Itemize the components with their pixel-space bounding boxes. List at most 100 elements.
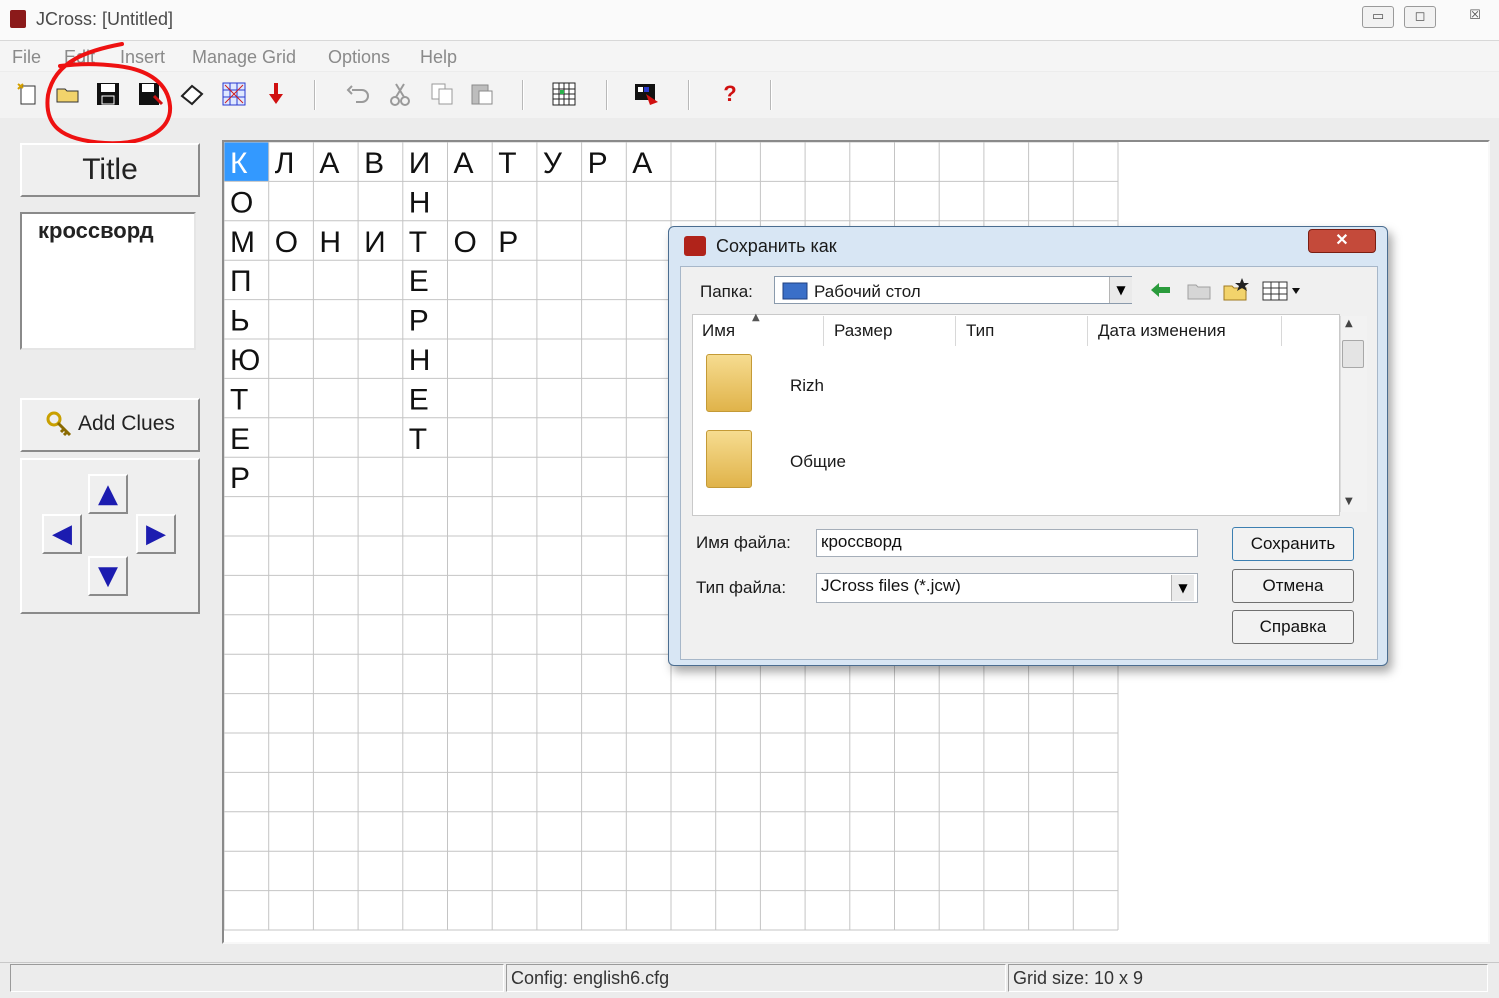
menu-options[interactable]: Options: [328, 47, 390, 68]
grid-letter: Е: [230, 423, 250, 456]
title-button[interactable]: Title: [20, 143, 200, 197]
up-arrow-button[interactable]: ▲: [88, 474, 128, 514]
dialog-close-button[interactable]: ✕: [1308, 229, 1376, 253]
cut-icon[interactable]: [386, 80, 414, 108]
left-arrow-button[interactable]: ◀: [42, 514, 82, 554]
up-folder-icon[interactable]: [1186, 278, 1212, 307]
open-folder-icon[interactable]: [54, 80, 82, 108]
close-button[interactable]: ☒: [1460, 6, 1490, 26]
grid-letter: П: [230, 265, 252, 298]
grid-letter: А: [632, 147, 652, 180]
cancel-button[interactable]: Отмена: [1232, 569, 1354, 603]
grid-letter: Т: [409, 423, 427, 456]
dialog-title: Сохранить как: [716, 236, 837, 256]
filename-input[interactable]: кроссворд: [816, 529, 1198, 557]
menu-file[interactable]: File: [12, 47, 41, 68]
toolbar-separator: [606, 80, 608, 110]
grid-letter: Е: [409, 265, 429, 298]
save-button[interactable]: Сохранить: [1232, 527, 1354, 561]
sort-ascending-icon: ▲: [752, 312, 760, 323]
copy-icon[interactable]: [428, 80, 456, 108]
grid-letter: И: [409, 147, 431, 180]
toolbar-separator: [314, 80, 316, 110]
filetype-label: Тип файла:: [696, 578, 787, 597]
grid-letter: Е: [409, 383, 429, 416]
grid-letter: Л: [275, 147, 295, 180]
palette-icon[interactable]: [632, 80, 660, 108]
paste-icon[interactable]: [468, 80, 496, 108]
undo-icon[interactable]: [344, 80, 372, 108]
grid-letter: Р: [409, 305, 429, 338]
scroll-up-icon[interactable]: ▲: [1345, 318, 1353, 329]
down-arrow-icon[interactable]: [262, 80, 290, 108]
view-menu-icon[interactable]: [1262, 280, 1304, 307]
status-grid-size: Grid size: 10 x 9: [1008, 964, 1488, 992]
grid-letter: Р: [230, 462, 250, 495]
grid-letter: К: [230, 147, 248, 180]
new-folder-icon[interactable]: [1222, 276, 1250, 307]
column-date-modified[interactable]: Дата изменения: [1090, 316, 1282, 346]
filename-label: Имя файла:: [696, 533, 791, 552]
grid-letter: О: [230, 186, 253, 219]
menu-insert[interactable]: Insert: [120, 47, 165, 68]
help-icon[interactable]: ?: [716, 80, 744, 108]
minimize-button[interactable]: ▭: [1362, 6, 1394, 28]
grid-letter: М: [230, 226, 255, 259]
save-icon[interactable]: [94, 80, 122, 108]
grid-pattern-icon[interactable]: [220, 80, 248, 108]
eraser-icon[interactable]: [178, 80, 206, 108]
down-arrow-button[interactable]: ▼: [88, 556, 128, 596]
grid-letter: У: [543, 147, 563, 180]
menu-help[interactable]: Help: [420, 47, 457, 68]
grid-letter: Ь: [230, 305, 250, 338]
scroll-thumb[interactable]: [1342, 340, 1364, 368]
grid-letter: В: [364, 147, 384, 180]
title-bar: [0, 0, 1499, 41]
grid-letter: Р: [498, 226, 518, 259]
grid-letter: Н: [319, 226, 341, 259]
list-item[interactable]: Общие: [790, 452, 846, 472]
maximize-button[interactable]: ◻: [1404, 6, 1436, 28]
dialog-app-icon: [684, 236, 706, 256]
folder-icon[interactable]: [706, 430, 752, 488]
grid-letter: Т: [498, 147, 516, 180]
app-window: JCross: [Untitled] ▭ ◻ ☒ File Edit Inser…: [0, 0, 1499, 998]
key-icon: [44, 410, 74, 443]
menu-edit[interactable]: Edit: [64, 47, 95, 68]
new-file-icon[interactable]: [14, 80, 42, 108]
toolbar-separator: [688, 80, 690, 110]
menu-manage-grid[interactable]: Manage Grid: [192, 47, 296, 68]
grid-letter: А: [319, 147, 339, 180]
scroll-down-icon[interactable]: ▼: [1345, 496, 1353, 507]
grid-letter: Н: [409, 344, 431, 377]
chevron-down-icon[interactable]: ▼: [1109, 277, 1132, 303]
grid-letter: Т: [409, 226, 427, 259]
grid-letter: Ю: [230, 344, 260, 377]
status-config: Config: english6.cfg: [506, 964, 1006, 992]
toolbar-separator: [770, 80, 772, 110]
filetype-select[interactable]: JCross files (*.jcw): [816, 573, 1198, 603]
back-arrow-icon[interactable]: [1148, 278, 1174, 307]
app-icon: [10, 10, 26, 28]
save-as-icon[interactable]: [136, 80, 164, 108]
grid-letter: Н: [409, 186, 431, 219]
list-item[interactable]: Rizh: [790, 376, 824, 396]
window-title: JCross: [Untitled]: [36, 9, 174, 29]
right-arrow-button[interactable]: ▶: [136, 514, 176, 554]
title-text: кроссворд: [38, 218, 154, 243]
user-folder-icon[interactable]: [706, 354, 752, 412]
grid-letter: И: [364, 226, 386, 259]
desktop-icon: [782, 281, 808, 306]
folder-label: Папка:: [700, 282, 753, 301]
grid-letter: Т: [230, 383, 248, 416]
chevron-down-icon[interactable]: ▼: [1171, 575, 1194, 601]
grid-icon[interactable]: [550, 80, 578, 108]
help-button[interactable]: Справка: [1232, 610, 1354, 644]
toolbar-separator: [522, 80, 524, 110]
folder-value: Рабочий стол: [814, 282, 921, 301]
status-cell-empty: [10, 964, 504, 992]
grid-letter: А: [454, 147, 474, 180]
grid-letter: О: [275, 226, 298, 259]
column-type[interactable]: Тип: [958, 316, 1088, 346]
column-size[interactable]: Размер: [826, 316, 956, 346]
